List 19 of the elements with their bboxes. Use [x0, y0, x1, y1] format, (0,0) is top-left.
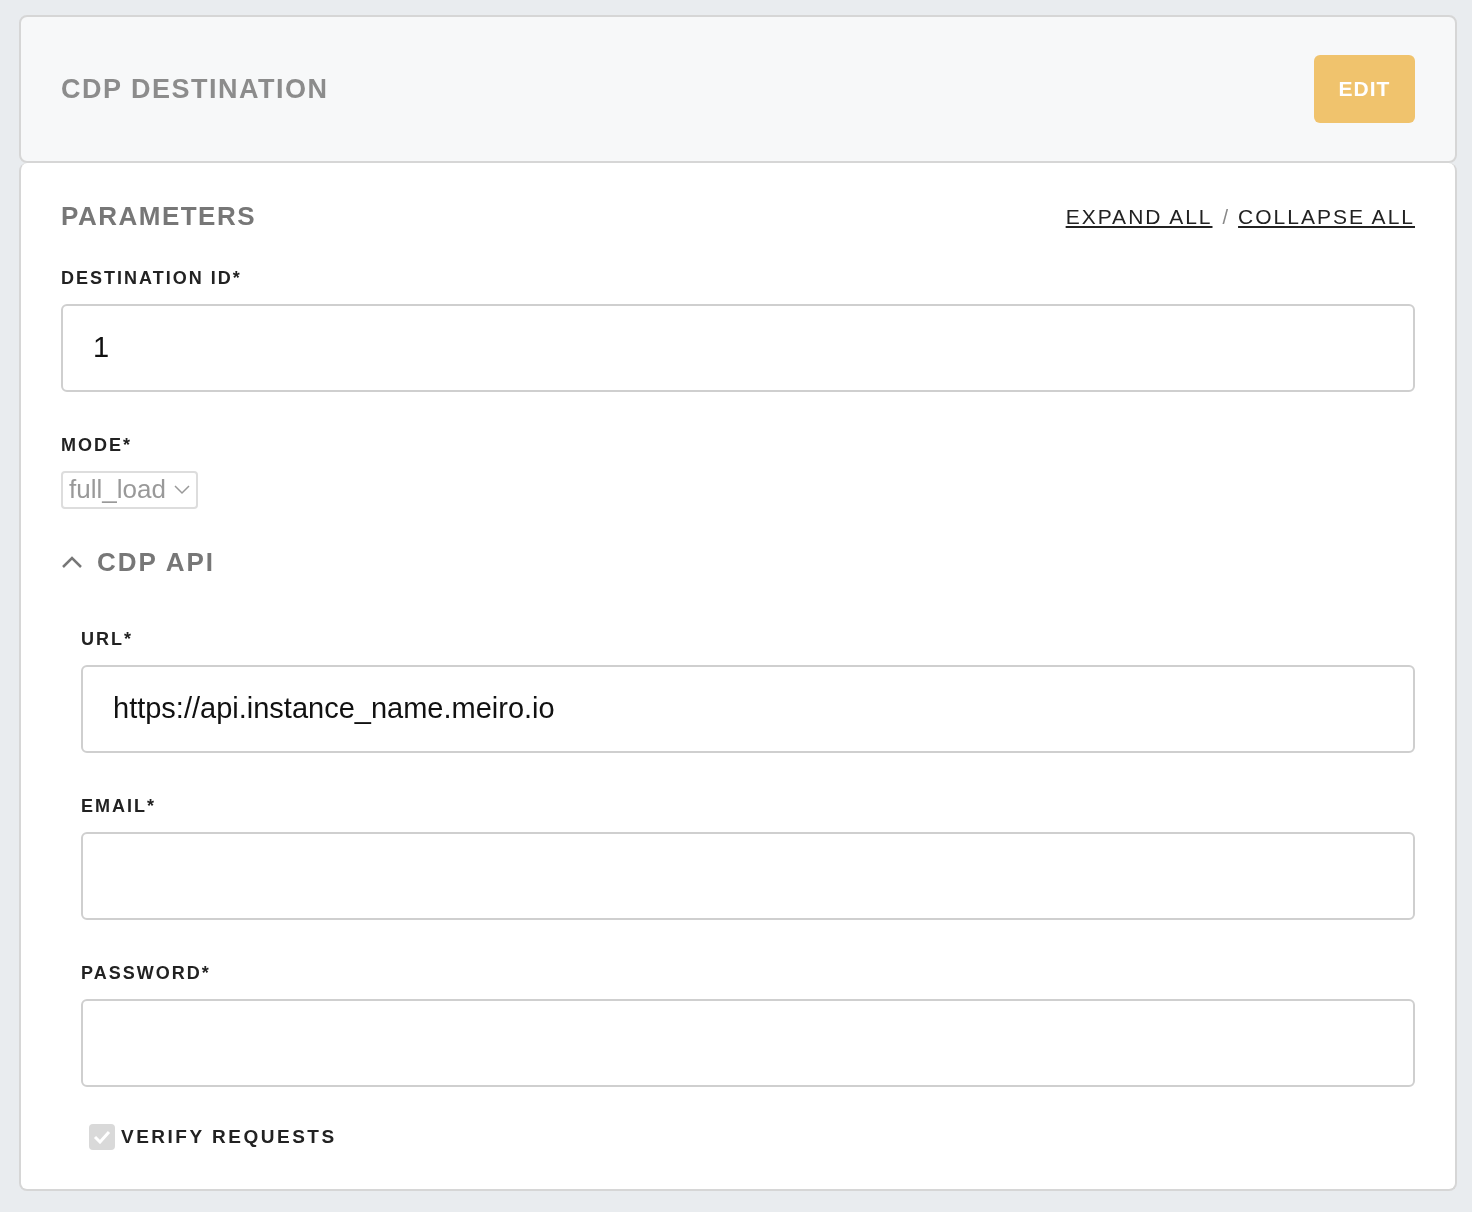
section-title: PARAMETERS: [61, 201, 257, 233]
input-field[interactable]: 1: [61, 303, 1415, 392]
separator-text: /: [1222, 204, 1229, 230]
field-label: DESTINATION ID*: [61, 266, 242, 290]
card-title: CDP DESTINATION: [61, 72, 329, 106]
input-field[interactable]: https://api.instance_name.meiro.io: [81, 664, 1415, 753]
chevron-down-icon: [173, 484, 190, 495]
input-field[interactable]: [81, 831, 1415, 920]
input-field[interactable]: [81, 998, 1415, 1087]
section-heading[interactable]: CDP API: [97, 542, 216, 582]
field-label: PASSWORD*: [81, 961, 211, 985]
field-label: EMAIL*: [81, 794, 156, 818]
collapse-all-link[interactable]: COLLAPSE ALL: [1238, 201, 1415, 233]
field-label: URL*: [81, 627, 133, 651]
chevron-up-icon[interactable]: [61, 555, 83, 569]
checkbox-label: VERIFY REQUESTS: [121, 1124, 337, 1149]
field-label: MODE*: [61, 433, 132, 457]
checkmark-icon: [93, 1129, 111, 1144]
expand-all-link[interactable]: EXPAND ALL: [1065, 201, 1213, 233]
